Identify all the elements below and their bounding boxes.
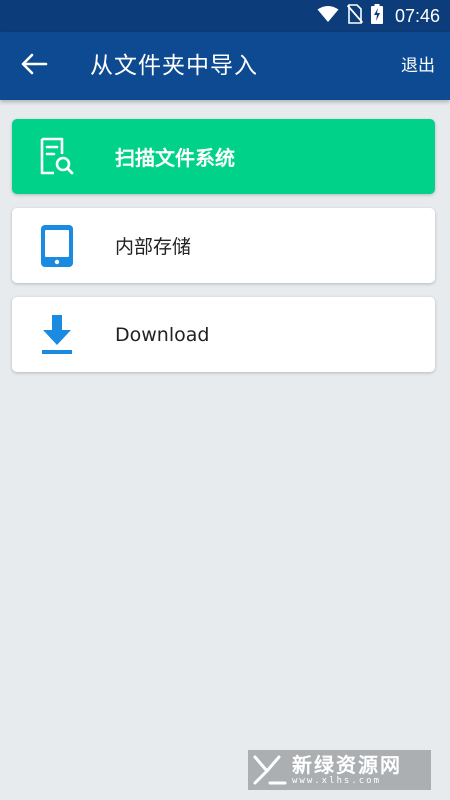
arrow-left-icon xyxy=(20,52,48,80)
phone-icon xyxy=(12,208,102,283)
battery-charging-icon xyxy=(370,4,383,28)
wifi-icon xyxy=(317,5,339,27)
item-label: Download xyxy=(115,323,210,346)
download-icon xyxy=(12,297,102,372)
item-label: 内部存储 xyxy=(115,236,192,258)
status-bar: 07:46 xyxy=(0,0,450,32)
back-button[interactable] xyxy=(14,48,54,84)
exit-button[interactable]: 退出 xyxy=(401,32,435,100)
source-list: 扫描文件系统 内部存储 Download xyxy=(12,119,435,386)
item-label: 扫描文件系统 xyxy=(115,146,235,170)
scan-file-icon xyxy=(12,119,102,194)
list-item-internal-storage[interactable]: 内部存储 xyxy=(12,208,435,283)
watermark: 新绿资源网 www.xlhs.com xyxy=(248,750,431,790)
list-item-scan-file-system[interactable]: 扫描文件系统 xyxy=(12,119,435,194)
watermark-logo-icon xyxy=(248,750,292,790)
app-bar: 从文件夹中导入 退出 xyxy=(0,32,450,100)
list-item-download[interactable]: Download xyxy=(12,297,435,372)
watermark-text: 新绿资源网 www.xlhs.com xyxy=(292,755,402,786)
watermark-name: 新绿资源网 xyxy=(292,752,402,777)
status-time: 07:46 xyxy=(394,5,440,26)
no-sim-icon xyxy=(346,4,364,28)
status-icons: 07:46 xyxy=(317,0,440,32)
watermark-url: www.xlhs.com xyxy=(292,775,382,786)
page-title: 从文件夹中导入 xyxy=(90,53,258,79)
